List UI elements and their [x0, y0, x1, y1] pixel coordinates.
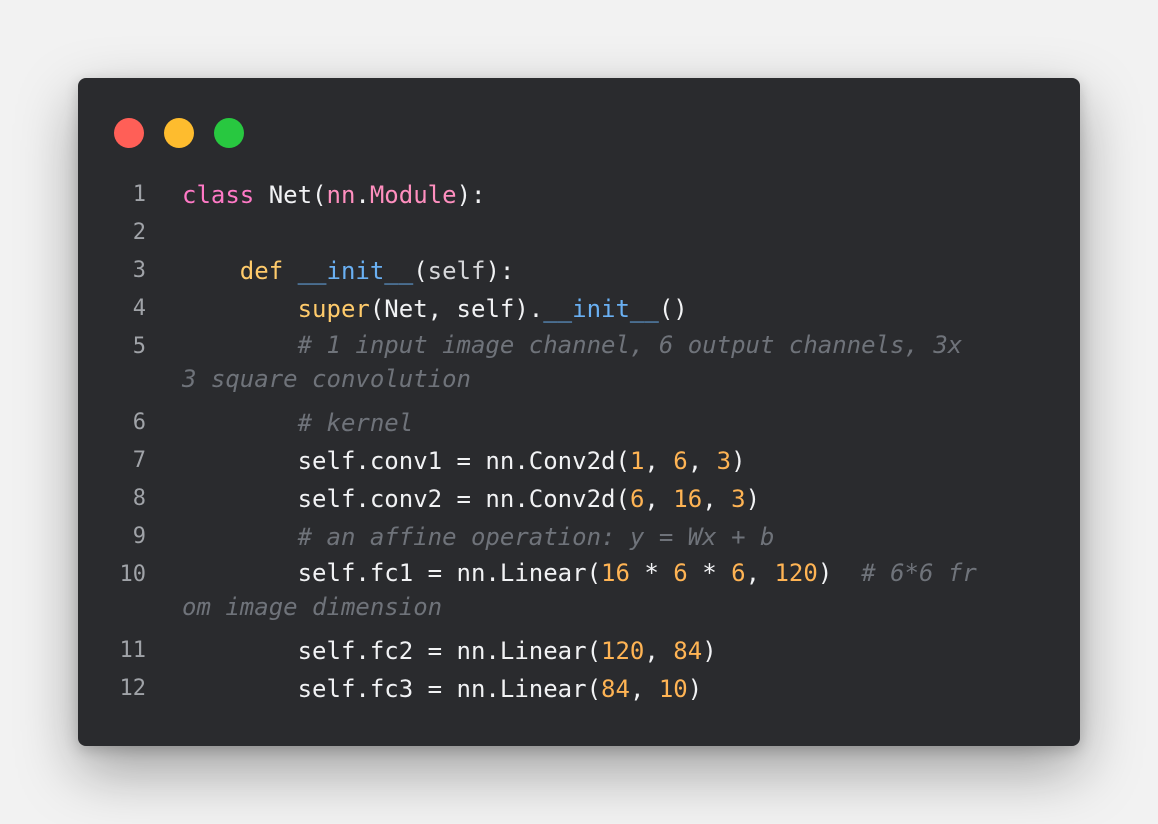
code-token: self [427, 257, 486, 285]
code-token: # kernel [297, 409, 414, 437]
code-token: ) [702, 637, 717, 665]
line-number: 4 [132, 296, 146, 321]
line-number: 10 [119, 562, 147, 587]
line-number: 2 [132, 220, 146, 245]
code-token: self.conv1 = nn.Conv2d( [182, 447, 630, 475]
code-token: self.fc3 = nn.Linear( [182, 675, 602, 703]
code-token: , [644, 637, 674, 665]
code-token: ): [456, 181, 486, 209]
code-token: 6 [673, 559, 688, 587]
code-token: 84 [673, 637, 703, 665]
code-token: , [745, 559, 775, 587]
code-text: self.conv2 = nn.Conv2d(6, 16, 3) [182, 480, 1042, 518]
code-token: Net( [268, 181, 327, 209]
code-text: self.conv1 = nn.Conv2d(1, 6, 3) [182, 442, 1042, 480]
code-token: def [239, 257, 298, 285]
code-token: 3 [731, 485, 746, 513]
code-token: ): [485, 257, 515, 285]
line-number: 8 [132, 486, 146, 511]
code-token: * [629, 559, 674, 587]
code-token: 6 [731, 559, 746, 587]
code-token: class [182, 181, 269, 209]
maximize-window-dot[interactable] [214, 118, 244, 148]
code-token: 3 [716, 447, 732, 475]
code-token: self.fc1 = nn.Linear( [182, 559, 602, 587]
code-token: 6 [673, 447, 688, 475]
line-number: 7 [132, 448, 146, 473]
code-text: self.fc2 = nn.Linear(120, 84) [182, 632, 1042, 670]
code-token: , [687, 447, 717, 475]
code-token: , [644, 447, 674, 475]
code-text: self.fc1 = nn.Linear(16 * 6 * 6, 120) # … [182, 556, 1042, 624]
code-text: # 1 input image channel, 6 output channe… [182, 328, 1042, 396]
code-token: 1 [629, 447, 645, 475]
code-token: nn [326, 181, 356, 209]
code-token: ) [731, 447, 746, 475]
close-window-dot[interactable] [114, 118, 144, 148]
code-token: 16 [673, 485, 703, 513]
code-token: self.fc2 = nn.Linear( [182, 637, 602, 665]
code-window: 1 class Net(nn.Module): 2 3 def __init__(se… [78, 78, 1080, 746]
code-token: 120 [601, 637, 645, 665]
minimize-window-dot[interactable] [164, 118, 194, 148]
code-token: , [702, 485, 732, 513]
code-token: 16 [601, 559, 630, 587]
code-token: ) [687, 675, 703, 703]
line-number: 12 [119, 676, 147, 701]
code-token: , [629, 675, 659, 703]
code-token: # 1 input image channel, 6 output channe… [182, 331, 963, 393]
code-token: (Net, self). [369, 295, 544, 323]
code-token: __init__ [297, 257, 414, 285]
line-number: 3 [132, 258, 146, 283]
code-token: () [658, 295, 688, 323]
code-token: ) [745, 485, 761, 513]
code-token: __init__ [543, 295, 659, 323]
code-token: 6 [629, 485, 645, 513]
code-token: 10 [658, 675, 688, 703]
line-number: 5 [132, 334, 146, 359]
line-number: 1 [132, 182, 146, 207]
code-token: super [297, 295, 370, 323]
code-token: Module [369, 181, 457, 209]
code-text: self.fc3 = nn.Linear(84, 10) [182, 670, 1042, 708]
code-text: super(Net, self).__init__() [182, 290, 1042, 328]
code-token: ) [817, 559, 862, 587]
code-text: # kernel [182, 404, 1042, 442]
code-token: 84 [601, 675, 630, 703]
line-number: 9 [132, 524, 146, 549]
code-token: ( [413, 257, 428, 285]
line-number: 6 [132, 410, 146, 435]
code-text: def __init__(self): [182, 252, 1042, 290]
code-text: class Net(nn.Module): [182, 176, 1042, 214]
code-token: . [355, 181, 370, 209]
code-text: # an affine operation: y = Wx + b [182, 518, 1042, 556]
line-number: 11 [119, 638, 147, 663]
code-token: , [644, 485, 674, 513]
code-token: # an affine operation: y = Wx + b [297, 523, 775, 551]
code-token: self.conv2 = nn.Conv2d( [182, 485, 630, 513]
code-token: 120 [774, 559, 818, 587]
code-token: * [687, 559, 732, 587]
